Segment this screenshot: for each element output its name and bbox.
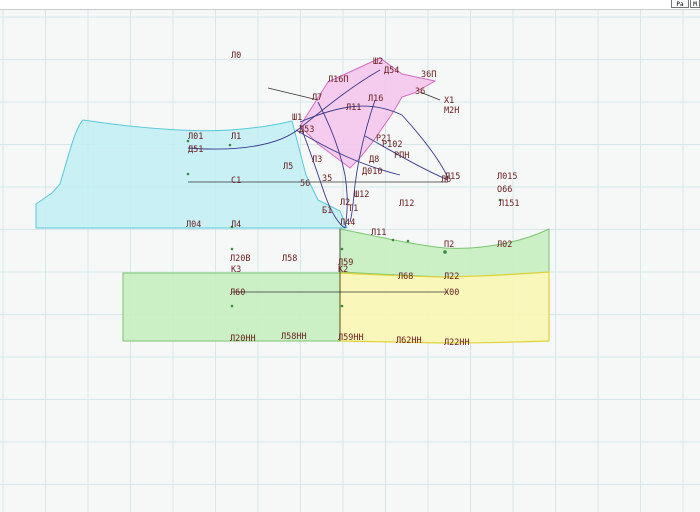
point-label[interactable]: М2Н xyxy=(444,106,459,116)
point-label[interactable]: 36П xyxy=(421,70,436,80)
point-label[interactable]: Л58НН xyxy=(281,332,307,342)
point-label[interactable]: Л11 xyxy=(371,228,386,238)
point-label[interactable]: Л20НН xyxy=(230,334,256,344)
point-label[interactable]: О66 xyxy=(497,185,512,195)
point-label[interactable]: Л3 xyxy=(312,155,322,165)
point-label[interactable]: Л4 xyxy=(231,220,241,230)
construction-line xyxy=(267,87,319,101)
point-label[interactable]: Ш12 xyxy=(354,190,369,200)
point-label[interactable]: Д54 xyxy=(384,66,399,76)
point-label[interactable]: Л62НН xyxy=(396,336,422,346)
point-label[interactable]: Л22НН xyxy=(444,338,470,348)
point-label[interactable]: К2 xyxy=(338,265,348,275)
point-label[interactable]: 36 xyxy=(415,87,425,97)
point-label[interactable]: Л7 xyxy=(312,93,322,103)
point-label[interactable]: Т1 xyxy=(348,204,358,214)
point-label[interactable]: Л02 xyxy=(497,240,512,250)
m-button[interactable]: M xyxy=(690,0,700,8)
point-label[interactable]: Л6 xyxy=(441,175,451,185)
point-label[interactable]: Л0 xyxy=(231,51,241,61)
point-label[interactable]: Л16П xyxy=(328,75,348,85)
point-label[interactable]: Д53 xyxy=(299,125,314,135)
point-label[interactable]: 56 xyxy=(300,179,310,189)
point-label[interactable]: К3 xyxy=(231,265,241,275)
piece-yellow[interactable] xyxy=(339,271,550,344)
point-label[interactable]: Ш1 xyxy=(292,113,302,123)
point-label[interactable]: Л44 xyxy=(340,218,355,228)
top-toolbar: Pa M xyxy=(0,0,700,10)
point-label[interactable]: Б1 xyxy=(322,206,332,216)
point-label[interactable]: Л04 xyxy=(186,220,201,230)
point-label[interactable]: Л16 xyxy=(368,94,383,104)
point-label[interactable]: Л60 xyxy=(230,288,245,298)
point-label[interactable]: Л01 xyxy=(188,132,203,142)
point-label[interactable]: Л12 xyxy=(399,199,414,209)
point-label[interactable]: Х1 xyxy=(444,96,454,106)
point-label[interactable]: Л11 xyxy=(346,103,361,113)
point-label[interactable]: Х00 xyxy=(444,288,459,298)
pattern-canvas[interactable]: Л0 Ш2 Д54 36П Л16П 36 Х1 М2Н Л7 Л16 Л11 … xyxy=(0,10,700,512)
point-label[interactable]: РПН xyxy=(394,151,409,161)
point-label[interactable]: Л20В xyxy=(230,254,250,264)
point-label[interactable]: Л68 xyxy=(398,272,413,282)
point-label[interactable]: Д010 xyxy=(362,167,382,177)
point-label[interactable]: Л59НН xyxy=(338,333,364,343)
point-label[interactable]: Д51 xyxy=(188,145,203,155)
point-label[interactable]: Р102 xyxy=(382,140,402,150)
point-label[interactable]: С1 xyxy=(231,176,241,186)
pa-button[interactable]: Pa xyxy=(671,0,689,8)
point-label[interactable]: Ш2 xyxy=(373,57,383,67)
point-label[interactable]: Л1 xyxy=(231,132,241,142)
piece-pink[interactable] xyxy=(299,57,437,169)
point-label[interactable]: Д8 xyxy=(369,155,379,165)
point-label[interactable]: П2 xyxy=(444,240,454,250)
point-label[interactable]: Л22 xyxy=(444,272,459,282)
point-label[interactable]: Л5 xyxy=(283,162,293,172)
point-label[interactable]: Л151 xyxy=(499,199,519,209)
point-label[interactable]: Л015 xyxy=(497,172,517,182)
point-label[interactable]: 35 xyxy=(322,174,332,184)
point-label[interactable]: Л58 xyxy=(282,254,297,264)
